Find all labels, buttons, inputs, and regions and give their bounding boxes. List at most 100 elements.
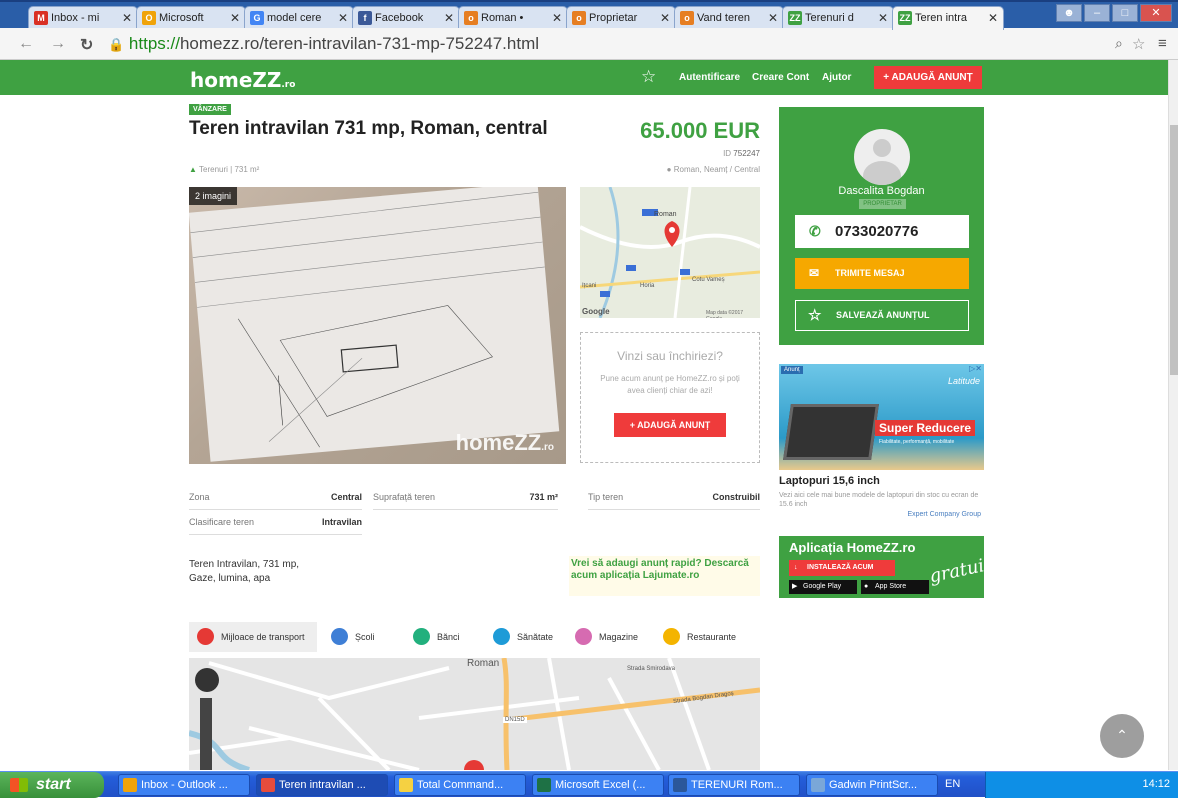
install-button[interactable]: ↓ INSTALEAZĂ ACUM <box>789 560 895 576</box>
street-map[interactable]: Roman DN15D Strada Bogdan Dragoș Strada … <box>189 658 760 770</box>
sell-description: Pune acum anunț pe HomeZZ.ro și poți ave… <box>600 374 740 395</box>
zoom-icon[interactable]: ⌕ <box>1115 35 1123 52</box>
favorites-star-icon[interactable]: ☆ <box>641 67 656 87</box>
map-place-label: Horia <box>640 283 655 289</box>
location-map[interactable]: Roman Ițcani Horia Cotu Vameș Google Map… <box>580 187 760 318</box>
listing-location: ● Roman, Neamț / Central <box>666 165 760 174</box>
browser-tab[interactable]: O Microsoft ✕ <box>136 6 246 30</box>
close-tab-icon[interactable]: ✕ <box>230 7 240 29</box>
ad-close-icon[interactable]: ▷✕ <box>969 364 982 373</box>
land-icon: ▲ <box>189 165 197 174</box>
browser-tab[interactable]: o Vand teren ✕ <box>674 6 784 30</box>
taskbar-task[interactable]: Microsoft Excel (... <box>532 774 664 796</box>
bus-icon <box>197 628 214 645</box>
free-label: gratuit <box>927 553 994 588</box>
sell-add-listing-button[interactable]: + ADAUGĂ ANUNȚ <box>614 413 726 437</box>
taskbar-task[interactable]: Gadwin PrintScr... <box>806 774 938 796</box>
sell-question: Vinzi sau închiriezi? <box>617 349 723 363</box>
app-promo-box: Aplicația HomeZZ.ro ↓ INSTALEAZĂ ACUM ▶ G… <box>779 536 993 598</box>
app-promo-title: Aplicația HomeZZ.ro <box>789 540 916 555</box>
bookmark-star-icon[interactable]: ☆ <box>1132 35 1145 53</box>
back-to-top-button[interactable]: ⌃ <box>1100 714 1144 758</box>
clock[interactable]: 14:12 <box>1142 778 1170 790</box>
map-drawing <box>580 187 760 318</box>
forward-arrow-icon[interactable]: → <box>50 35 66 53</box>
user-icon[interactable]: ☻ <box>1056 4 1082 22</box>
apple-icon: ● <box>864 583 869 590</box>
menu-icon[interactable]: ≡ <box>1158 35 1167 52</box>
listing-category: ▲ Terenuri | 731 m² <box>189 165 260 174</box>
listing-price: 65.000 EUR <box>640 118 760 143</box>
listing-photo[interactable]: 2 imagini homeZZ.ro <box>189 187 566 464</box>
ad-source[interactable]: Expert Company Group <box>779 511 981 518</box>
save-listing-button[interactable]: ☆ SALVEAZĂ ANUNȚUL <box>795 300 969 331</box>
app-icon <box>261 778 275 792</box>
login-link[interactable]: Autentificare <box>679 72 740 83</box>
app-icon <box>123 778 137 792</box>
ad-title[interactable]: Laptopuri 15,6 inch <box>779 475 880 487</box>
close-tab-icon[interactable]: ✕ <box>660 7 670 29</box>
close-tab-icon[interactable]: ✕ <box>878 7 888 29</box>
send-message-button[interactable]: ✉ TRIMITE MESAJ <box>795 258 969 289</box>
create-account-link[interactable]: Creare Cont <box>752 72 809 83</box>
url-path: homezz.ro/teren-intravilan-731-mp-752247… <box>179 34 540 53</box>
health-icon <box>493 628 510 645</box>
add-listing-button[interactable]: + ADAUGĂ ANUNȚ <box>874 66 982 89</box>
browser-tab[interactable]: ZZ Teren intra ✕ <box>892 6 1004 30</box>
url-scheme: https:// <box>128 34 180 53</box>
close-tab-icon[interactable]: ✕ <box>988 7 998 29</box>
spec-label-tip: Tip teren <box>588 492 624 502</box>
close-tab-icon[interactable]: ✕ <box>768 7 778 29</box>
app-promo-link[interactable]: Vrei să adaugi anunț rapid? Descarcă acu… <box>569 556 760 596</box>
app-icon <box>399 778 413 792</box>
ad-banner[interactable]: Anunț ▷✕ Latitude Super Reducere Fiabili… <box>779 364 984 470</box>
spec-value-tip: Construibil <box>712 492 761 502</box>
browser-tab[interactable]: o Roman • ✕ <box>458 6 568 30</box>
pan-control[interactable] <box>195 668 219 692</box>
close-tab-icon[interactable]: ✕ <box>444 7 454 29</box>
system-tray: 14:12 <box>985 772 1178 798</box>
language-indicator[interactable]: EN <box>945 778 960 790</box>
start-button[interactable]: start <box>0 772 104 798</box>
browser-tab[interactable]: Gmodel cere ✕ <box>244 6 354 30</box>
browser-tab[interactable]: M Inbox - mi ✕ <box>28 6 138 30</box>
scrollbar-thumb[interactable] <box>1170 125 1178 375</box>
taskbar-task[interactable]: TERENURI Rom... <box>668 774 800 796</box>
location-pin-icon: ● <box>666 165 672 174</box>
phone-button[interactable]: ✆ 0733020776 <box>795 215 969 248</box>
listing-title: Teren intravilan 731 mp, Roman, central <box>189 118 548 139</box>
browser-tab[interactable]: ZZ Terenuri d ✕ <box>782 6 894 30</box>
close-tab-icon[interactable]: ✕ <box>122 7 132 29</box>
help-link[interactable]: Ajutor <box>822 72 851 83</box>
app-store-badge[interactable]: ● App Store <box>861 580 929 594</box>
browser-tab[interactable]: o Proprietar ✕ <box>566 6 676 30</box>
site-logo[interactable]: homeZZ.ro <box>190 68 295 92</box>
google-play-badge[interactable]: ▶ Google Play <box>789 580 857 594</box>
close-window-button[interactable]: ✕ <box>1140 4 1172 22</box>
close-tab-icon[interactable]: ✕ <box>552 7 562 29</box>
address-bar: ← → ↻ 🔒 https://homezz.ro/teren-intravil… <box>0 28 1178 60</box>
reload-icon[interactable]: ↻ <box>80 35 93 55</box>
page-scrollbar[interactable] <box>1168 60 1178 770</box>
maximize-button[interactable]: □ <box>1112 4 1138 22</box>
agent-card: Dascalita Bogdan PROPRIETAR ✆ 0733020776… <box>779 107 984 345</box>
taskbar-task[interactable]: Total Command... <box>394 774 526 796</box>
laptop-image <box>783 404 879 460</box>
agent-role-badge: PROPRIETAR <box>859 199 906 209</box>
phone-icon: ✆ <box>809 223 821 239</box>
back-arrow-icon[interactable]: ← <box>18 35 34 53</box>
map-credit: Map data ©2017 Google <box>706 310 744 318</box>
taskbar-task[interactable]: Teren intravilan ... <box>256 774 388 796</box>
browser-tab[interactable]: f Facebook ✕ <box>352 6 460 30</box>
street-label: Strada Smirodava <box>627 666 676 672</box>
sale-badge: VÂNZARE <box>189 104 231 115</box>
taskbar-task[interactable]: Inbox - Outlook ... <box>118 774 250 796</box>
minimize-button[interactable]: – <box>1084 4 1110 22</box>
olx-icon: o <box>464 11 478 25</box>
zoom-slider[interactable] <box>200 698 212 770</box>
plan-sketch <box>190 191 545 448</box>
poi-tab[interactable]: Mijloace de transport <box>189 622 317 652</box>
url-field[interactable]: 🔒 https://homezz.ro/teren-intravilan-731… <box>108 32 1108 56</box>
close-tab-icon[interactable]: ✕ <box>338 7 348 29</box>
listing-description: Teren Intravilan, 731 mp, Gaze, lumina, … <box>189 559 300 584</box>
